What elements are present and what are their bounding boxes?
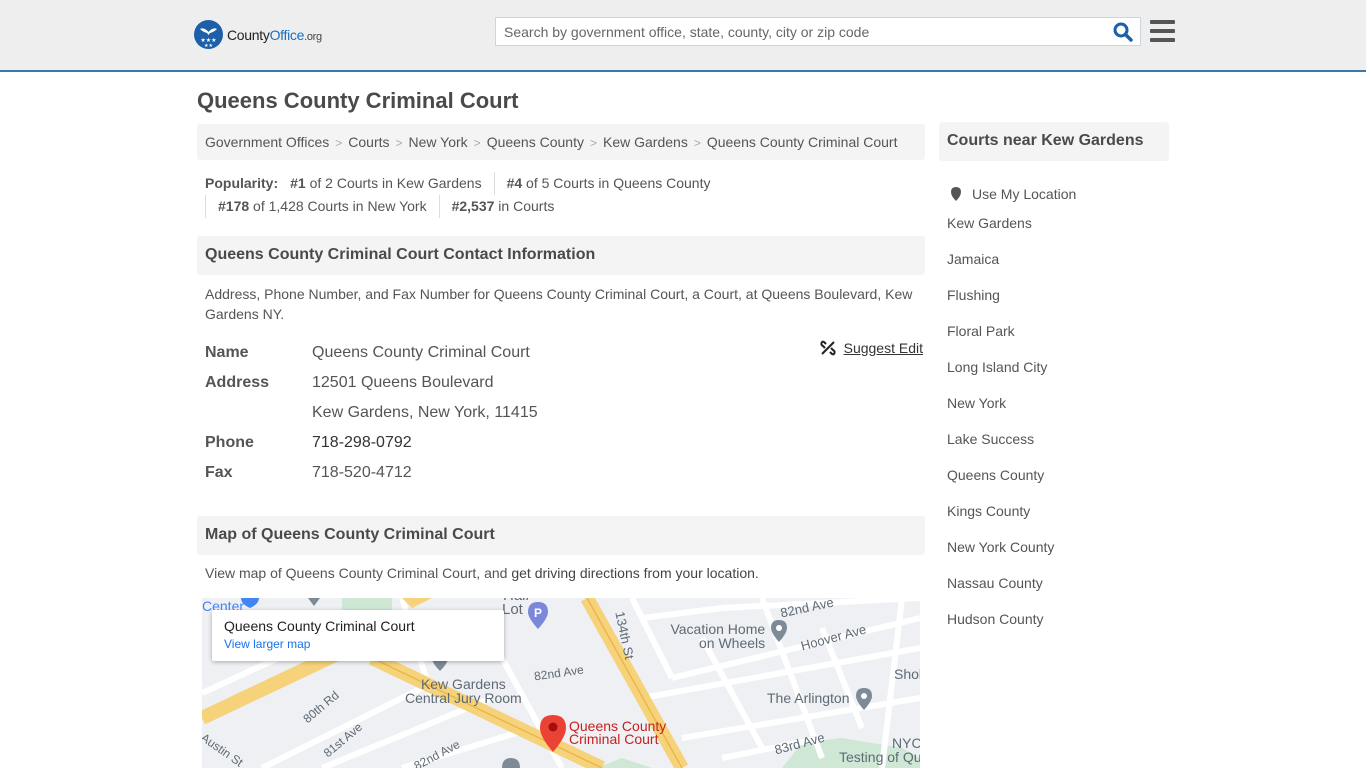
sidebar-item-queens-county: Queens County [947, 464, 1167, 500]
address-line1: 12501 Queens Boulevard [312, 374, 494, 391]
svg-text:★★: ★★ [204, 43, 213, 49]
phone-link[interactable]: 718-298-0792 [312, 434, 412, 451]
breadcrumb-kew-gardens[interactable]: Kew Gardens [603, 134, 688, 150]
popularity-rank-overall: #2,537 in Courts [438, 195, 567, 218]
menu-bar [1150, 38, 1175, 42]
nearby-link[interactable]: Hudson County [947, 611, 1044, 627]
sidebar-item-jamaica: Jamaica [947, 248, 1167, 284]
contact-description: Address, Phone Number, and Fax Number fo… [205, 286, 913, 322]
sidebar-heading: Courts near Kew Gardens [939, 122, 1169, 161]
map-info-card: Queens County Criminal Court View larger… [212, 610, 504, 661]
map-label-shol: Shol [894, 666, 920, 682]
map-pin-label: Queens County Criminal Court [569, 718, 667, 747]
breadcrumb-government-offices[interactable]: Government Offices [205, 134, 329, 150]
popularity-rank-city: #1 of 2 Courts in Kew Gardens [290, 175, 482, 191]
sidebar-item-floral-park: Floral Park [947, 320, 1167, 356]
nearby-link[interactable]: New York [947, 395, 1006, 411]
search-icon[interactable] [1112, 21, 1134, 43]
popularity-row: Popularity: #1 of 2 Courts in Kew Garden… [205, 172, 925, 195]
contact-heading: Queens County Criminal Court Contact Inf… [197, 236, 925, 275]
nearby-link[interactable]: New York County [947, 539, 1054, 555]
sidebar-item-hudson-county: Hudson County [947, 608, 1167, 644]
nearby-courts-list: Use My Location Kew Gardens Jamaica Flus… [947, 176, 1167, 644]
logo-text: CountyOffice.org [227, 26, 322, 43]
map-label-hall: Hall [503, 598, 529, 604]
sidebar-item-nassau-county: Nassau County [947, 572, 1167, 608]
breadcrumb-separator: > [473, 136, 481, 150]
sidebar-item-kings-county: Kings County [947, 500, 1167, 536]
driving-directions-link[interactable]: get driving directions from your locatio… [511, 565, 755, 581]
breadcrumb-queens-county[interactable]: Queens County [487, 134, 584, 150]
map-label-the-arlington: The Arlington [767, 690, 850, 706]
popularity-row: #178 of 1,428 Courts in New York #2,537 … [205, 195, 925, 218]
sidebar-item-new-york-county: New York County [947, 536, 1167, 572]
popularity-label: Popularity: [205, 175, 279, 191]
nearby-link[interactable]: Floral Park [947, 323, 1015, 339]
info-row-phone: Phone 718-298-0792 [205, 428, 923, 458]
map-description: View map of Queens County Criminal Court… [205, 565, 759, 581]
fax-label: Fax [205, 464, 233, 481]
nearby-link[interactable]: Lake Success [947, 431, 1034, 447]
sidebar-item-new-york: New York [947, 392, 1167, 428]
info-row-address-2: Kew Gardens, New York, 11415 [205, 398, 923, 428]
suggest-edit-label: Suggest Edit [843, 340, 923, 356]
popularity-rank-county: #4 of 5 Courts in Queens County [493, 172, 723, 195]
suggest-edit-link[interactable]: Suggest Edit [820, 340, 923, 356]
sidebar-item-long-island-city: Long Island City [947, 356, 1167, 392]
svg-text:P: P [534, 606, 542, 620]
unlink-icon [820, 340, 836, 356]
address-line2: Kew Gardens, New York, 11415 [312, 404, 538, 421]
sidebar-item-lake-success: Lake Success [947, 428, 1167, 464]
page-title: Queens County Criminal Court [197, 88, 519, 113]
use-my-location-item: Use My Location [947, 176, 1167, 212]
sidebar-item-kew-gardens: Kew Gardens [947, 212, 1167, 248]
search-input[interactable] [496, 18, 1096, 45]
breadcrumb-separator: > [589, 136, 597, 150]
contact-info-table: Suggest Edit Name Queens County Criminal… [205, 338, 923, 488]
map-card-title: Queens County Criminal Court [224, 618, 415, 634]
map-marker-icon [951, 187, 961, 201]
breadcrumb-courts[interactable]: Courts [348, 134, 389, 150]
nearby-link[interactable]: Flushing [947, 287, 1000, 303]
map-heading: Map of Queens County Criminal Court [197, 516, 925, 555]
info-row-fax: Fax 718-520-4712 [205, 458, 923, 488]
top-header: ★★★ ★★ CountyOffice.org [0, 0, 1366, 72]
map-label-vacation-home: Vacation Home on Wheels [670, 621, 766, 651]
nearby-link[interactable]: Long Island City [947, 359, 1047, 375]
fax-value: 718-520-4712 [312, 464, 412, 481]
phone-label: Phone [205, 434, 254, 451]
breadcrumb: Government Offices > Courts > New York > Queen… [197, 124, 925, 160]
use-my-location-link[interactable]: Use My Location [972, 183, 1076, 205]
breadcrumb-new-york[interactable]: New York [409, 134, 468, 150]
sidebar-item-flushing: Flushing [947, 284, 1167, 320]
nearby-link[interactable]: Jamaica [947, 251, 999, 267]
popularity-ranking: Popularity: #1 of 2 Courts in Kew Garden… [205, 172, 925, 218]
breadcrumb-separator: > [395, 136, 403, 150]
info-row-address: Address 12501 Queens Boulevard [205, 368, 923, 398]
info-row-name: Name Queens County Criminal Court [205, 338, 923, 368]
view-larger-map-link[interactable]: View larger map [224, 637, 492, 651]
eagle-logo-icon: ★★★ ★★ [194, 20, 223, 49]
menu-bar [1150, 29, 1175, 33]
name-label: Name [205, 344, 249, 361]
nearby-link[interactable]: Kings County [947, 503, 1030, 519]
map-pin-icon[interactable] [540, 715, 566, 753]
nearby-link[interactable]: Nassau County [947, 575, 1043, 591]
menu-bar [1150, 20, 1175, 24]
nearby-link[interactable]: Queens County [947, 467, 1044, 483]
name-value: Queens County Criminal Court [312, 344, 530, 361]
embedded-map[interactable]: P Center Lot Hall 134th St 82nd Ave Vaca… [202, 598, 920, 768]
nearby-link[interactable]: Kew Gardens [947, 215, 1032, 231]
hamburger-menu-icon[interactable] [1150, 20, 1175, 42]
breadcrumb-separator: > [335, 136, 343, 150]
map-label-kew-gardens-jury: Kew Gardens Central Jury Room [405, 676, 522, 706]
popularity-rank-state: #178 of 1,428 Courts in New York [205, 195, 439, 218]
map-label-testing: Testing of Qu [839, 749, 920, 765]
breadcrumb-current: Queens County Criminal Court [706, 134, 898, 150]
address-label: Address [205, 374, 270, 391]
search-box [495, 17, 1141, 46]
site-logo[interactable]: ★★★ ★★ CountyOffice.org [194, 20, 322, 49]
breadcrumb-separator: > [693, 136, 701, 150]
